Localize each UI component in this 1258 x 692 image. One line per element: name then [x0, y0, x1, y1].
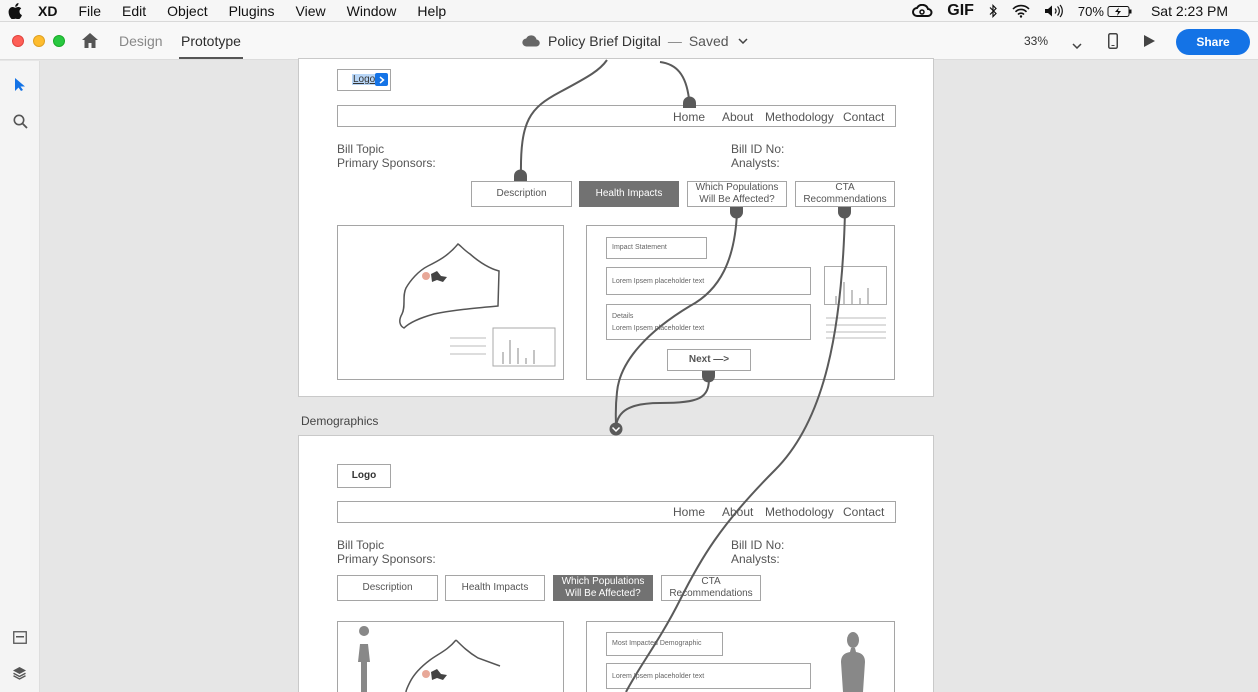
bill-topic-2: Bill Topic	[337, 538, 385, 552]
volume-icon[interactable]	[1044, 4, 1064, 18]
most-impacted-label: Most Impacted Demographic	[612, 640, 702, 647]
details-box	[606, 304, 811, 340]
title-separator: —	[667, 33, 682, 49]
tab-description[interactable]: Description	[471, 181, 572, 207]
logo-label[interactable]: Logo	[352, 74, 377, 85]
cloud-icon	[522, 35, 540, 47]
xd-toolbar: Design Prototype Policy Brief Digital — …	[0, 22, 1258, 60]
zoom-level[interactable]: 33%	[1024, 34, 1048, 48]
tab-populations-2[interactable]: Which Populations Will Be Affected?	[553, 575, 653, 601]
primary-sponsors: Primary Sponsors:	[337, 156, 436, 170]
map-panel	[337, 225, 564, 380]
next-button[interactable]: Next —>	[667, 349, 751, 371]
menu-clock[interactable]: Sat 2:23 PM	[1151, 3, 1228, 19]
wifi-icon[interactable]	[1012, 4, 1030, 18]
state-map-illustration	[399, 243, 556, 367]
play-icon[interactable]	[1143, 34, 1156, 53]
impact-statement-label: Impact Statement	[612, 244, 667, 251]
map-panel-2	[337, 621, 564, 692]
placeholder-text-1: Lorem Ipsem placeholder text	[612, 278, 705, 285]
document-name: Policy Brief Digital	[548, 33, 661, 49]
menu-app-xd[interactable]: XD	[38, 3, 57, 19]
details-label: Details	[612, 313, 634, 320]
bluetooth-icon[interactable]	[988, 4, 998, 18]
menu-window[interactable]: Window	[347, 3, 397, 19]
menu-view[interactable]: View	[296, 3, 326, 19]
window-close-button[interactable]	[12, 35, 24, 47]
tab-health-impacts[interactable]: Health Impacts	[579, 181, 679, 207]
select-arrow-icon[interactable]	[14, 77, 26, 97]
logo-link-arrow-icon[interactable]	[375, 73, 388, 86]
placeholder-text-2: Lorem Ipsem placeholder text	[612, 325, 705, 332]
window-zoom-button[interactable]	[53, 35, 65, 47]
wire-target-demographics	[609, 422, 623, 436]
menu-help[interactable]: Help	[417, 3, 446, 19]
bill-topic: Bill Topic	[337, 142, 385, 156]
bill-id-2: Bill ID No:	[731, 538, 785, 552]
nav-contact-2[interactable]: Contact	[843, 505, 884, 519]
document-title[interactable]: Policy Brief Digital — Saved	[522, 33, 748, 49]
menu-object[interactable]: Object	[167, 3, 207, 19]
mobile-preview-icon[interactable]	[1108, 33, 1118, 54]
assets-icon[interactable]	[13, 631, 27, 649]
tab-cta[interactable]: CTA Recommendations	[795, 181, 895, 207]
nav-home[interactable]: Home	[673, 110, 705, 124]
tool-sidebar	[0, 61, 40, 692]
tab-cta-2[interactable]: CTA Recommendations	[661, 575, 761, 601]
tab-populations[interactable]: Which Populations Will Be Affected?	[687, 181, 787, 207]
nav-about[interactable]: About	[722, 110, 753, 124]
tab-description-2[interactable]: Description	[337, 575, 438, 601]
menu-edit[interactable]: Edit	[122, 3, 146, 19]
zoom-chevron-down-icon[interactable]	[1072, 36, 1082, 54]
mannequin-figure-icon	[841, 632, 865, 692]
primary-sponsors-2: Primary Sponsors:	[337, 552, 436, 566]
placeholder-text-3: Lorem Ipsem placeholder text	[612, 673, 705, 680]
layers-icon[interactable]	[12, 666, 27, 685]
active-tab-indicator	[179, 57, 243, 59]
home-icon[interactable]	[81, 32, 99, 54]
nav-home-2[interactable]: Home	[673, 505, 705, 519]
battery-percent: 70%	[1077, 3, 1104, 19]
menu-plugins[interactable]: Plugins	[229, 3, 275, 19]
chart-thumbnail	[824, 266, 887, 339]
tab-prototype[interactable]: Prototype	[181, 33, 241, 49]
logo-box-2[interactable]: Logo	[337, 464, 391, 488]
analysts-2: Analysts:	[731, 552, 780, 566]
chevron-down-icon[interactable]	[738, 38, 748, 44]
tab-health-impacts-2[interactable]: Health Impacts	[445, 575, 545, 601]
nav-methodology[interactable]: Methodology	[765, 110, 834, 124]
artboard-label-demographics[interactable]: Demographics	[301, 414, 378, 428]
nav-contact[interactable]: Contact	[843, 110, 884, 124]
menu-file[interactable]: File	[78, 3, 101, 19]
gif-menu-item[interactable]: GIF	[947, 2, 974, 20]
document-status: Saved	[688, 33, 729, 49]
nav-about-2[interactable]: About	[722, 505, 753, 519]
creative-cloud-icon[interactable]	[911, 4, 933, 18]
nav-methodology-2[interactable]: Methodology	[765, 505, 834, 519]
apple-icon[interactable]	[8, 2, 24, 19]
bill-id: Bill ID No:	[731, 142, 785, 156]
demographics-map-illustration	[358, 626, 501, 692]
battery-icon[interactable]	[1107, 5, 1133, 18]
zoom-icon[interactable]	[13, 114, 28, 134]
tab-design[interactable]: Design	[119, 33, 163, 49]
window-minimize-button[interactable]	[33, 35, 45, 47]
share-button[interactable]: Share	[1176, 29, 1250, 55]
analysts: Analysts:	[731, 156, 780, 170]
mac-menu-bar: XD File Edit Object Plugins View Window …	[0, 0, 1258, 22]
